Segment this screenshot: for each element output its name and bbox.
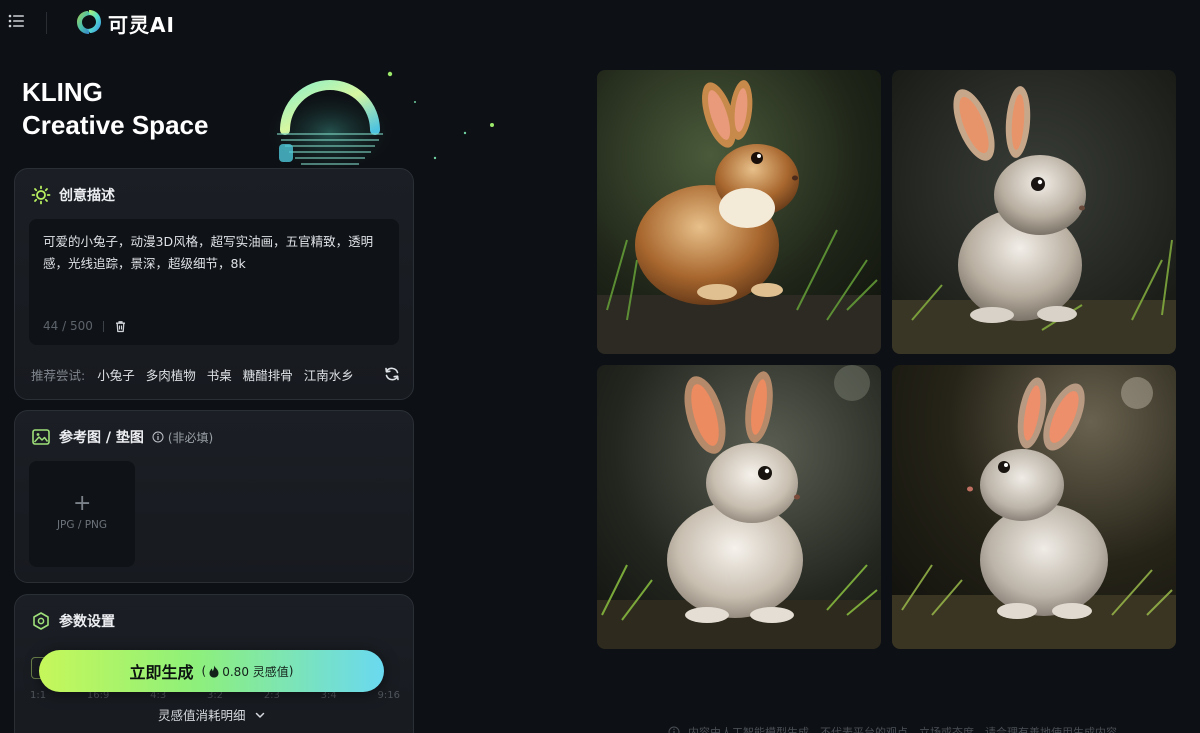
generate-button[interactable]: 立即生成 ( 0.80 灵感值) [39,650,384,692]
upload-area[interactable]: + JPG / PNG [29,461,135,567]
chevron-down-icon [255,712,264,718]
generate-cost: ( 0.80 灵感值) [201,664,294,679]
hero-title: KLING Creative Space [22,76,208,142]
suggestion-label: 推荐尝试: [31,367,86,383]
parameter-settings-title: 参数设置 [59,614,115,630]
reference-image-header: 参考图 / 垫图 (非必填) [31,425,213,449]
result-image-4[interactable] [892,365,1176,649]
suggestion-chip[interactable]: 多肉植物 [146,365,196,384]
image-icon [32,429,50,445]
optional-label: (非必填) [167,430,214,445]
rabbit-gray-left-illustration [892,365,1176,649]
sun-icon [31,185,51,205]
generate-cost-value: 0.80 灵感值 [222,664,289,679]
plus-icon: + [73,491,92,516]
suggestion-chip[interactable]: 书桌 [207,365,232,384]
flame-icon [209,665,219,677]
credit-details-label: 灵感值消耗明细 [158,708,246,723]
creative-description-panel: 创意描述 可爱的小兔子，动漫3D风格，超写实油画，五官精致，透明感，光线追踪，景… [14,168,414,400]
hexagon-icon [33,612,49,630]
hero-title-line2: Creative Space [22,110,209,140]
info-icon[interactable] [152,431,164,443]
creative-description-title: 创意描述 [59,188,115,204]
menu-icon[interactable] [8,12,26,30]
info-icon [668,726,680,733]
generate-label: 立即生成 [129,663,194,682]
ratio-option[interactable]: 9:16 [378,690,400,701]
kling-logo-icon[interactable] [74,7,104,37]
result-image-1[interactable] [597,70,881,354]
prompt-input[interactable]: 可爱的小兔子，动漫3D风格，超写实油画，五官精致，透明感，光线追踪，景深，超级细… [29,219,399,345]
disclaimer: 内容由人工智能模型生成，不代表平台的观点、立场或态度，请合理有善地使用生成内容。 [668,724,1128,733]
rabbit-white-illustration [597,365,881,649]
parameter-settings-header: 参数设置 [31,609,115,633]
divider [102,320,104,332]
reference-image-panel: 参考图 / 垫图 (非必填) + JPG / PNG [14,410,414,583]
credit-details-link[interactable]: 灵感值消耗明细 [158,705,266,724]
rabbit-brown-illustration [597,70,881,354]
trash-icon[interactable] [114,320,127,333]
reference-image-title: 参考图 / 垫图 [59,430,144,446]
hero-ring-illustration [260,71,494,168]
suggestion-chip[interactable]: 糖醋排骨 [243,365,293,384]
upload-format-label: JPG / PNG [56,519,108,531]
disclaimer-text: 内容由人工智能模型生成，不代表平台的观点、立场或态度，请合理有善地使用生成内容。 [688,726,1128,733]
creative-description-header: 创意描述 [31,183,115,207]
top-bar: 可灵AI [0,0,1200,44]
result-image-2[interactable] [892,70,1176,354]
char-count: 44 / 500 [43,319,93,333]
result-image-3[interactable] [597,365,881,649]
suggestion-chip[interactable]: 小兔子 [97,365,135,384]
prompt-counter: 44 / 500 [43,319,127,333]
ratio-option[interactable]: 1:1 [30,690,46,701]
rabbit-gray-illustration [892,70,1176,354]
brand-name: 可灵AI [108,13,175,37]
hero-title-line1: KLING [22,77,103,107]
refresh-icon[interactable] [383,365,401,383]
divider [46,12,47,34]
prompt-text[interactable]: 可爱的小兔子，动漫3D风格，超写实油画，五官精致，透明感，光线追踪，景深，超级细… [43,231,383,275]
suggestion-row: 推荐尝试: 小兔子 多肉植物 书桌 糖醋排骨 江南水乡 [31,365,401,383]
suggestion-chip[interactable]: 江南水乡 [304,365,354,384]
optional-hint: (非必填) [152,429,213,446]
